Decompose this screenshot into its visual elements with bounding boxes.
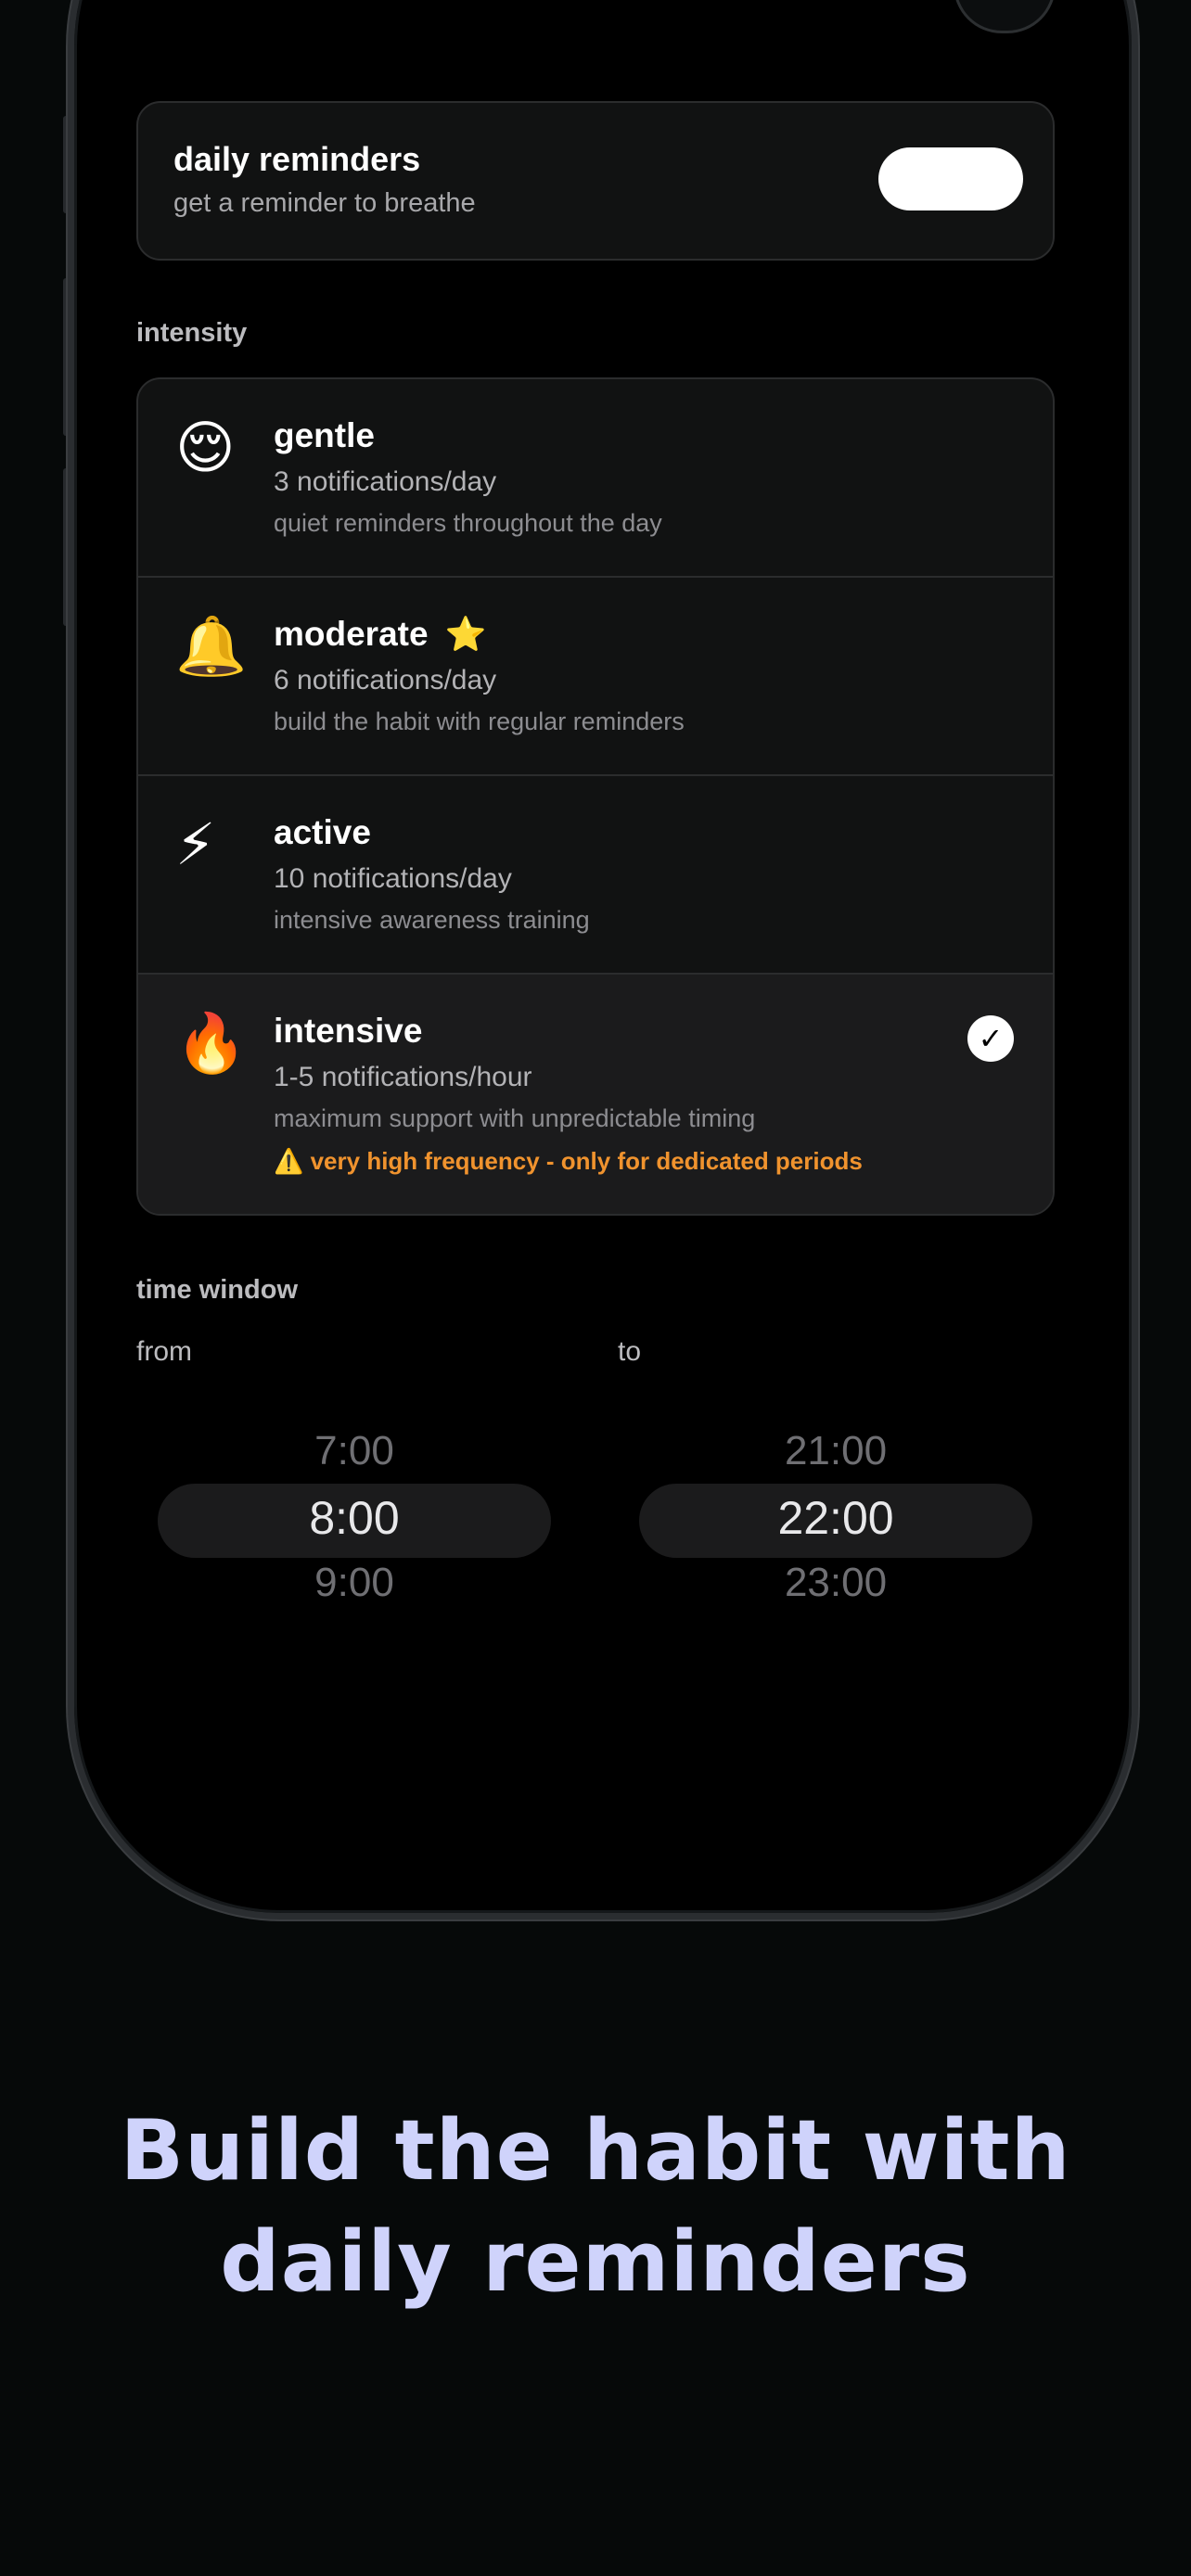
- picker-current-value[interactable]: 22:00: [639, 1491, 1032, 1545]
- phone-frame: daily reminders get a reminder to breath…: [68, 0, 1138, 1919]
- daily-reminders-title: daily reminders: [173, 140, 421, 178]
- intensity-option-gentle[interactable]: 😌 gentle 3 notifications/day quiet remin…: [138, 379, 1053, 578]
- intensity-options-card: 😌 gentle 3 notifications/day quiet remin…: [136, 377, 1055, 1216]
- picker-prev-value[interactable]: 7:00: [158, 1428, 551, 1474]
- lightning-icon: ⚡: [175, 813, 216, 877]
- picker-prev-value[interactable]: 21:00: [639, 1428, 1032, 1474]
- app-screen: daily reminders get a reminder to breath…: [74, 0, 1132, 1913]
- relieved-face-icon: 😌: [175, 416, 236, 480]
- daily-reminders-subtitle: get a reminder to breathe: [173, 188, 476, 218]
- marketing-headline: Build the habit with daily reminders: [0, 2096, 1191, 2318]
- to-label: to: [618, 1336, 642, 1367]
- headline-line-1: Build the habit with: [120, 2102, 1071, 2200]
- option-description: intensive awareness training: [274, 906, 590, 934]
- headline-line-2: daily reminders: [220, 2213, 971, 2311]
- option-frequency: 6 notifications/day: [274, 665, 497, 695]
- option-description: build the habit with regular reminders: [274, 708, 685, 735]
- option-frequency: 10 notifications/day: [274, 863, 512, 894]
- intensity-option-moderate[interactable]: 🔔 moderate ⭐ 6 notifications/day build th…: [138, 578, 1053, 776]
- option-name: gentle: [274, 416, 375, 454]
- intensity-section-label: intensity: [136, 318, 248, 348]
- close-button[interactable]: [954, 0, 1056, 33]
- option-description: quiet reminders throughout the day: [274, 509, 662, 537]
- fire-icon: 🔥: [175, 1012, 248, 1076]
- to-time-picker[interactable]: 21:00 22:00 23:00: [639, 1419, 1032, 1623]
- option-frequency: 3 notifications/day: [274, 466, 497, 497]
- intensity-option-intensive[interactable]: 🔥 intensive 1-5 notifications/hour maxim…: [138, 975, 1053, 1214]
- option-name: moderate ⭐: [274, 615, 486, 654]
- time-window-section-label: time window: [136, 1275, 298, 1305]
- bell-icon: 🔔: [175, 615, 248, 679]
- option-description: maximum support with unpredictable timin…: [274, 1104, 756, 1132]
- picker-current-value[interactable]: 8:00: [158, 1491, 551, 1545]
- option-name: intensive: [274, 1012, 423, 1050]
- star-icon: ⭐: [444, 615, 487, 653]
- daily-reminders-toggle[interactable]: [878, 147, 1023, 210]
- option-frequency: 1-5 notifications/hour: [274, 1062, 532, 1092]
- from-time-picker[interactable]: 7:00 8:00 9:00: [158, 1419, 551, 1623]
- option-name: active: [274, 813, 371, 851]
- daily-reminders-card: daily reminders get a reminder to breath…: [136, 101, 1055, 261]
- from-label: from: [136, 1336, 192, 1367]
- intensity-option-active[interactable]: ⚡ active 10 notifications/day intensive …: [138, 776, 1053, 975]
- picker-next-value[interactable]: 9:00: [158, 1560, 551, 1606]
- option-warning: ⚠️ very high frequency - only for dedica…: [274, 1147, 863, 1175]
- option-name-text: moderate: [274, 615, 429, 653]
- selected-checkmark-icon: ✓: [967, 1015, 1014, 1062]
- picker-next-value[interactable]: 23:00: [639, 1560, 1032, 1606]
